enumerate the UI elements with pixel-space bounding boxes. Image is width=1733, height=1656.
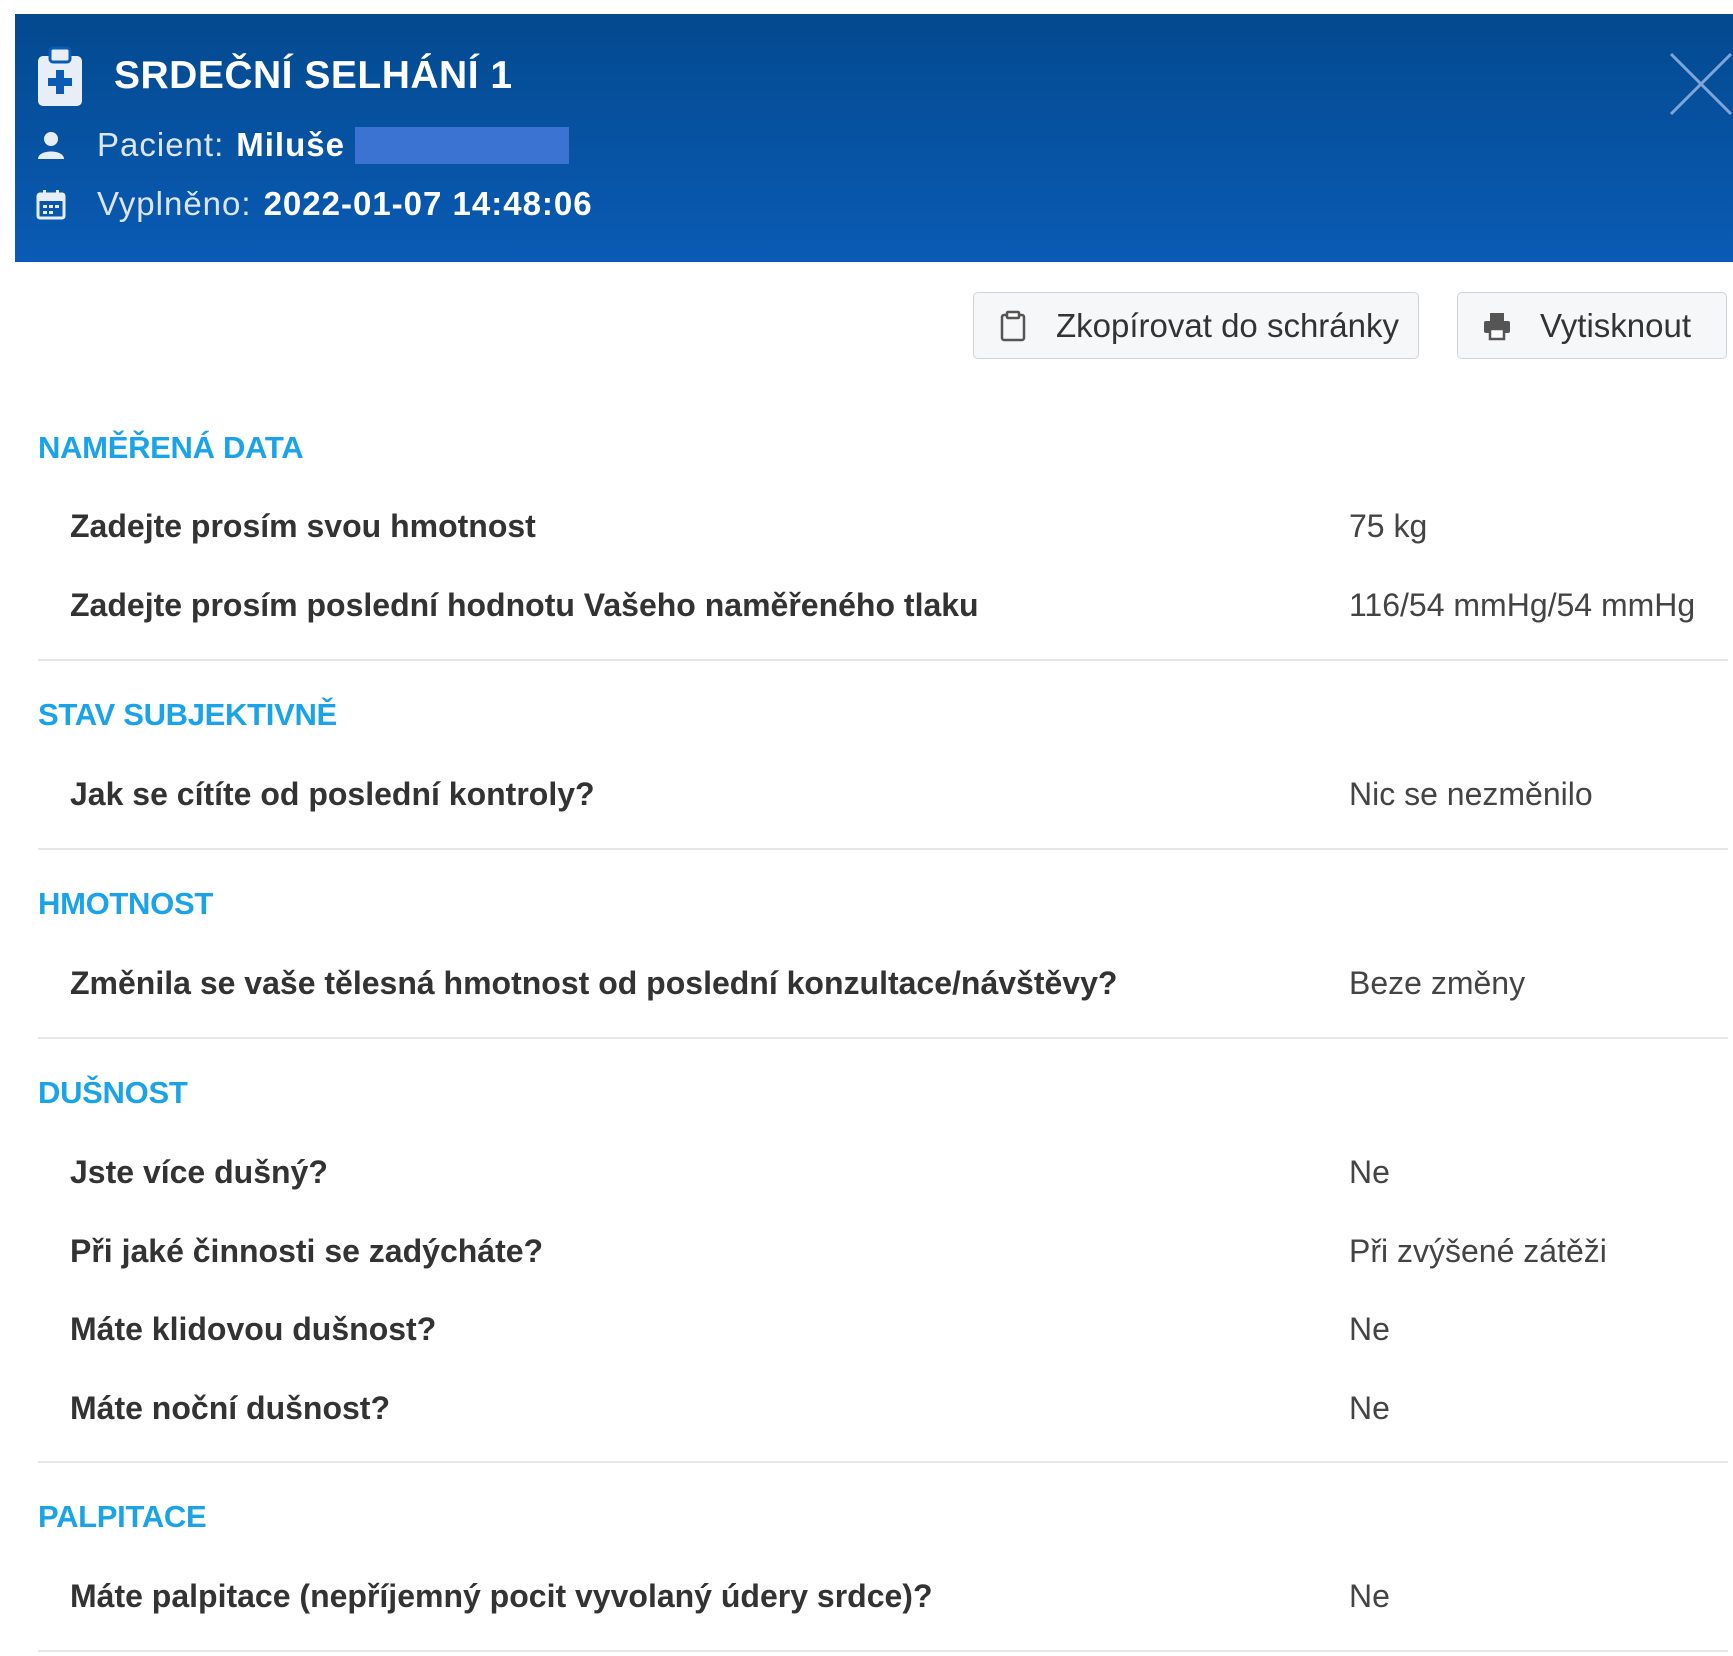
print-button-label: Vytisknout (1540, 306, 1692, 344)
user-icon (35, 129, 67, 161)
answer-feeling: Nic se nezměnilo (1349, 776, 1593, 812)
answer-weight-change: Beze změny (1349, 965, 1526, 1001)
close-button[interactable] (1669, 44, 1733, 124)
question-night-dyspnea: Máte noční dušnost? (70, 1390, 390, 1426)
section-title-weight: HMOTNOST (38, 886, 213, 921)
section-divider (38, 1037, 1728, 1039)
section-title-dyspnea: DUŠNOST (38, 1075, 188, 1110)
question-blood-pressure: Zadejte prosím poslední hodnotu Vašeho n… (70, 587, 979, 623)
answer-activity-dyspnea: Při zvýšené zátěži (1349, 1233, 1607, 1269)
clipboard-medical-icon (36, 44, 84, 108)
modal-title: SRDEČNÍ SELHÁNÍ 1 (114, 54, 513, 97)
answer-night-dyspnea: Ne (1349, 1390, 1390, 1426)
title-row: SRDEČNÍ SELHÁNÍ 1 (36, 44, 513, 108)
printer-icon (1482, 310, 1512, 342)
answer-palpitations: Ne (1349, 1578, 1390, 1614)
print-button[interactable]: Vytisknout (1457, 292, 1727, 359)
question-feeling: Jak se cítíte od poslední kontroly? (70, 776, 595, 812)
question-weight: Zadejte prosím svou hmotnost (70, 508, 536, 544)
section-title-measured-data: NAMĚŘENÁ DATA (38, 430, 304, 465)
section-divider (38, 848, 1728, 850)
question-weight-change: Změnila se vaše tělesná hmotnost od posl… (70, 965, 1118, 1001)
patient-label: Pacient: (97, 126, 225, 163)
calendar-icon (35, 188, 67, 220)
section-title-subjective-state: STAV SUBJEKTIVNĚ (38, 697, 337, 732)
filled-row: Vyplněno: 2022-01-07 14:48:06 (35, 185, 593, 223)
answer-weight: 75 kg (1349, 508, 1428, 544)
clipboard-icon (998, 310, 1028, 342)
patient-name: Miluše (236, 126, 345, 163)
filled-value: 2022-01-07 14:48:06 (263, 185, 593, 222)
copy-to-clipboard-button[interactable]: Zkopírovat do schránky (973, 292, 1419, 359)
copy-button-label: Zkopírovat do schránky (1056, 306, 1399, 344)
redacted-surname (354, 126, 569, 164)
answer-more-dyspneic: Ne (1349, 1154, 1390, 1190)
question-rest-dyspnea: Máte klidovou dušnost? (70, 1311, 437, 1347)
question-more-dyspneic: Jste více dušný? (70, 1154, 328, 1190)
answer-rest-dyspnea: Ne (1349, 1311, 1390, 1347)
question-activity-dyspnea: Při jaké činnosti se zadýcháte? (70, 1233, 544, 1269)
close-icon[interactable] (1669, 44, 1733, 124)
modal-header: SRDEČNÍ SELHÁNÍ 1 Pacient: Miluše Vyplně… (15, 14, 1733, 262)
section-divider (38, 1461, 1728, 1463)
answer-blood-pressure: 116/54 mmHg/54 mmHg (1349, 587, 1696, 623)
section-divider (38, 659, 1728, 661)
patient-row: Pacient: Miluše (35, 126, 569, 164)
section-divider (38, 1650, 1728, 1652)
section-title-palpitations: PALPITACE (38, 1499, 207, 1534)
question-palpitations: Máte palpitace (nepříjemný pocit vyvolan… (70, 1578, 933, 1614)
filled-label: Vyplněno: (97, 185, 252, 222)
